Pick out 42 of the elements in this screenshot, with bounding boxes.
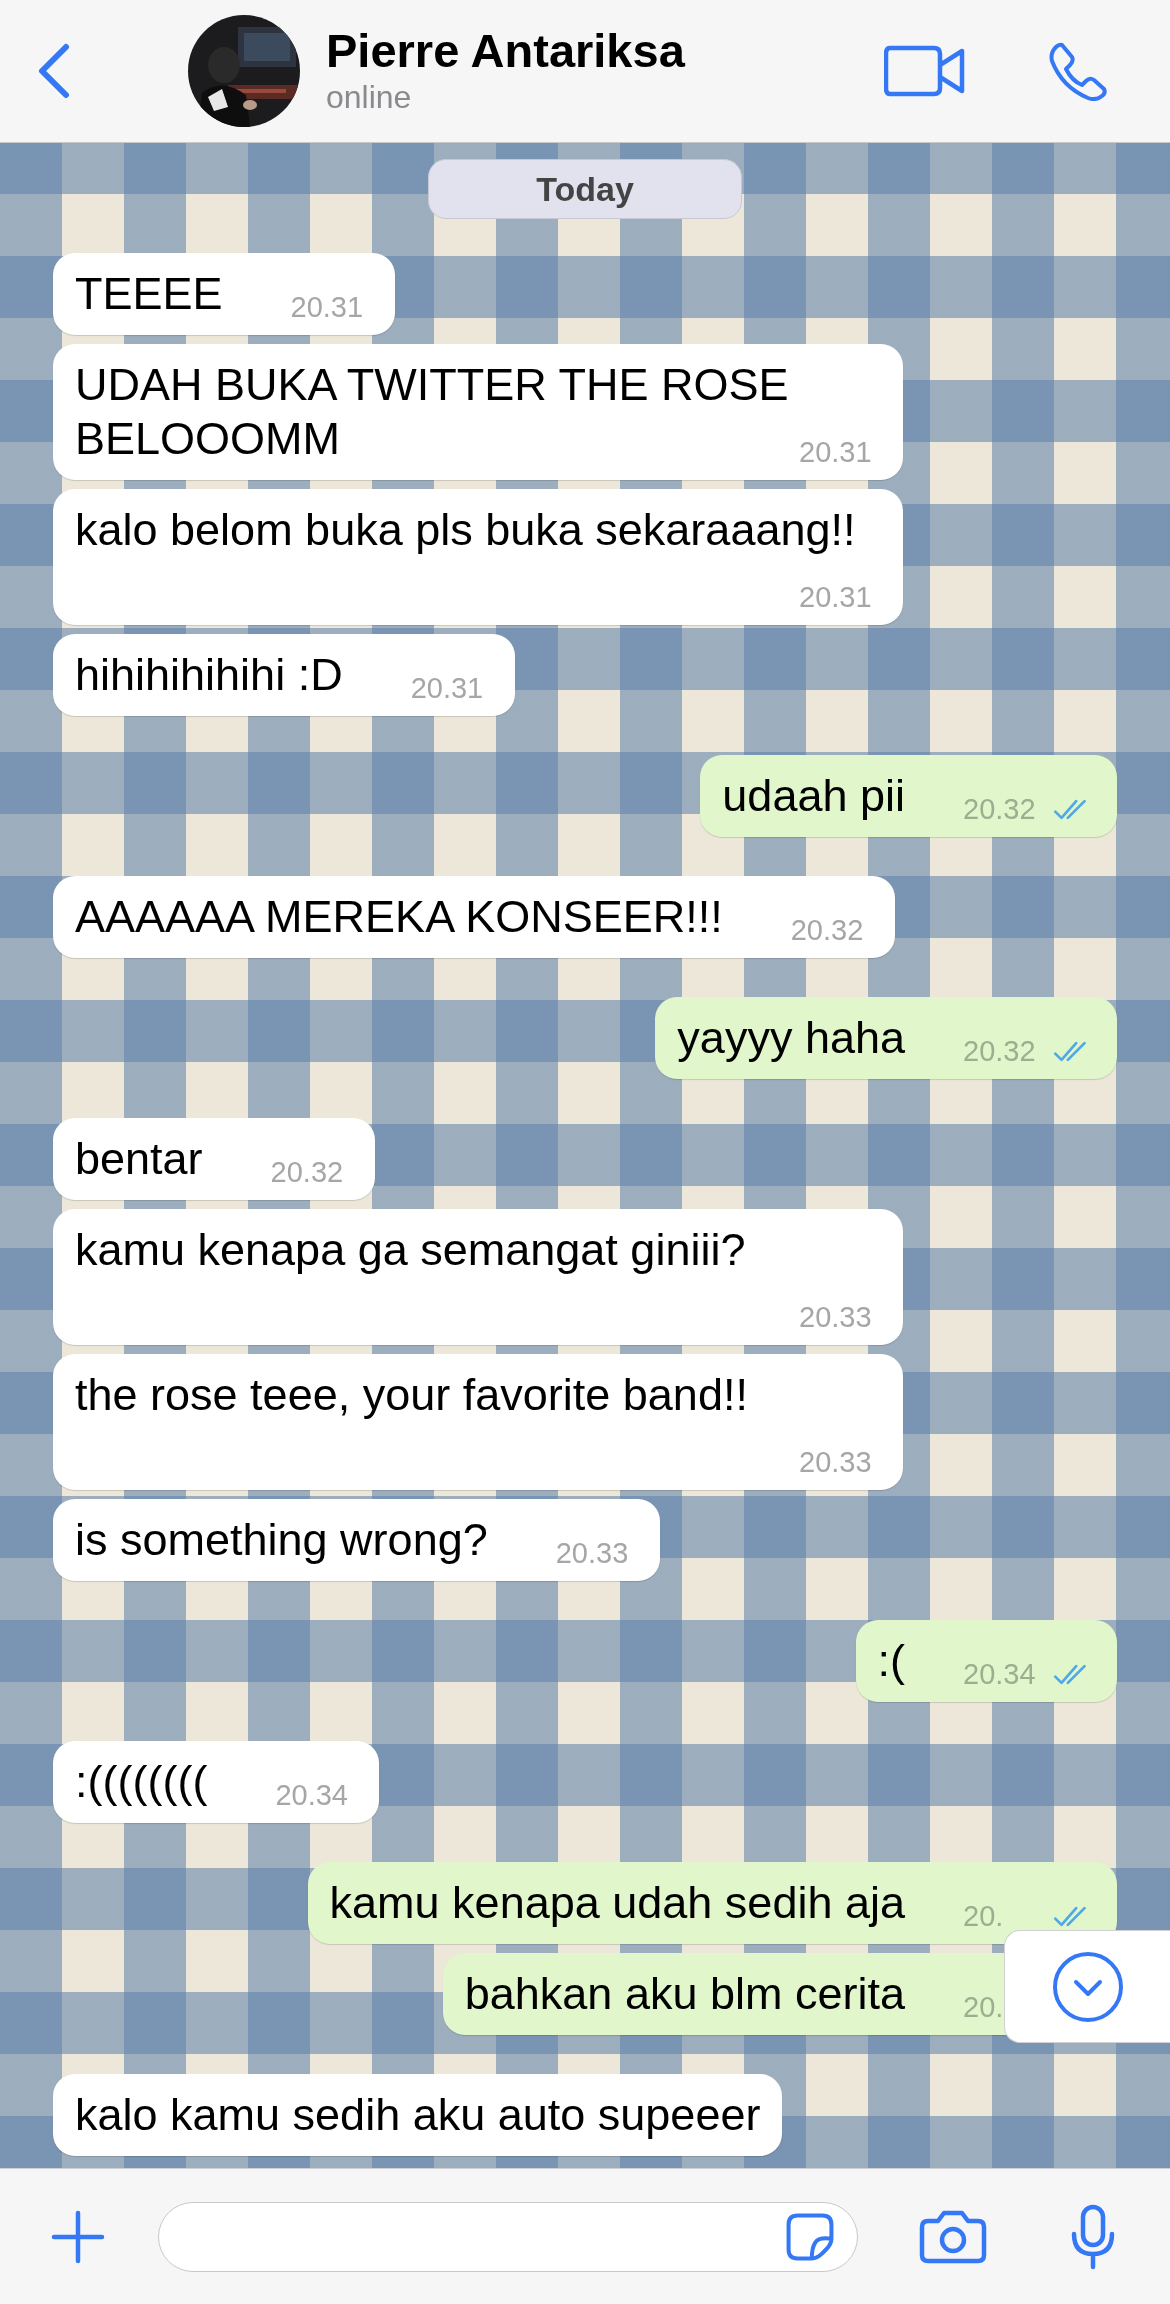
message-text: kalo belom buka pls buka sekaraaang!! (75, 504, 856, 555)
message-text: AAAAAA MEREKA KONSEER!!! (75, 891, 723, 942)
message-text: is something wrong? (75, 1514, 488, 1565)
message-time: 20. (963, 1900, 1005, 1932)
message-text: :( (877, 1635, 905, 1686)
sticker-icon[interactable] (785, 2211, 835, 2262)
message-text: bentar (75, 1133, 203, 1184)
message-time: 20.33 (555, 1537, 630, 1569)
message-text: kamu kenapa udah sedih aja (329, 1877, 905, 1928)
message-time: 20. (963, 1991, 1005, 2023)
microphone-icon[interactable] (1070, 2203, 1116, 2270)
message-time: 20.32 (963, 793, 1037, 825)
message-time: 20.34 (963, 1658, 1037, 1690)
contact-status: online (326, 78, 413, 117)
chevron-down-icon[interactable] (1051, 1950, 1124, 2023)
message-time: 20.32 (270, 1156, 345, 1188)
scroll-down-button[interactable] (1004, 1930, 1170, 2043)
message-time: 20.31 (799, 436, 873, 468)
message-text: kamu kenapa ga semangat giniii? (75, 1224, 746, 1275)
back-icon[interactable] (36, 43, 72, 99)
message-text: bahkan aku blm cerita (464, 1968, 905, 2019)
message-time: 20.33 (799, 1446, 873, 1478)
camera-icon[interactable] (918, 2208, 988, 2265)
video-call-icon[interactable] (884, 45, 966, 97)
message-time: 20.32 (963, 1035, 1037, 1067)
phone-icon[interactable] (1048, 41, 1108, 101)
message-text: UDAH BUKA TWITTER THE ROSE BELOOOMM (75, 359, 789, 464)
message-text: :(((((((( (75, 1756, 208, 1807)
date-label: Today (428, 159, 742, 219)
message-text: kalo kamu sedih aku auto supeeer (75, 2089, 761, 2140)
message-text: udaah pii (722, 770, 905, 821)
contact-name[interactable]: Pierre Antariksa (326, 25, 884, 77)
message-time: 20.31 (410, 672, 485, 704)
message-time: 20.33 (799, 1301, 873, 1333)
message-time: 20.32 (790, 914, 865, 946)
message-text: the rose teee, your favorite band!! (75, 1369, 748, 1420)
message-text: hihihihihihi :D (75, 649, 343, 700)
message-text: yayyy haha (677, 1012, 905, 1063)
message-text: TEEEE (75, 268, 223, 319)
message-time: 20.31 (799, 581, 873, 613)
message-time: 20.34 (275, 1779, 349, 1811)
message-time: 20.31 (290, 291, 365, 323)
